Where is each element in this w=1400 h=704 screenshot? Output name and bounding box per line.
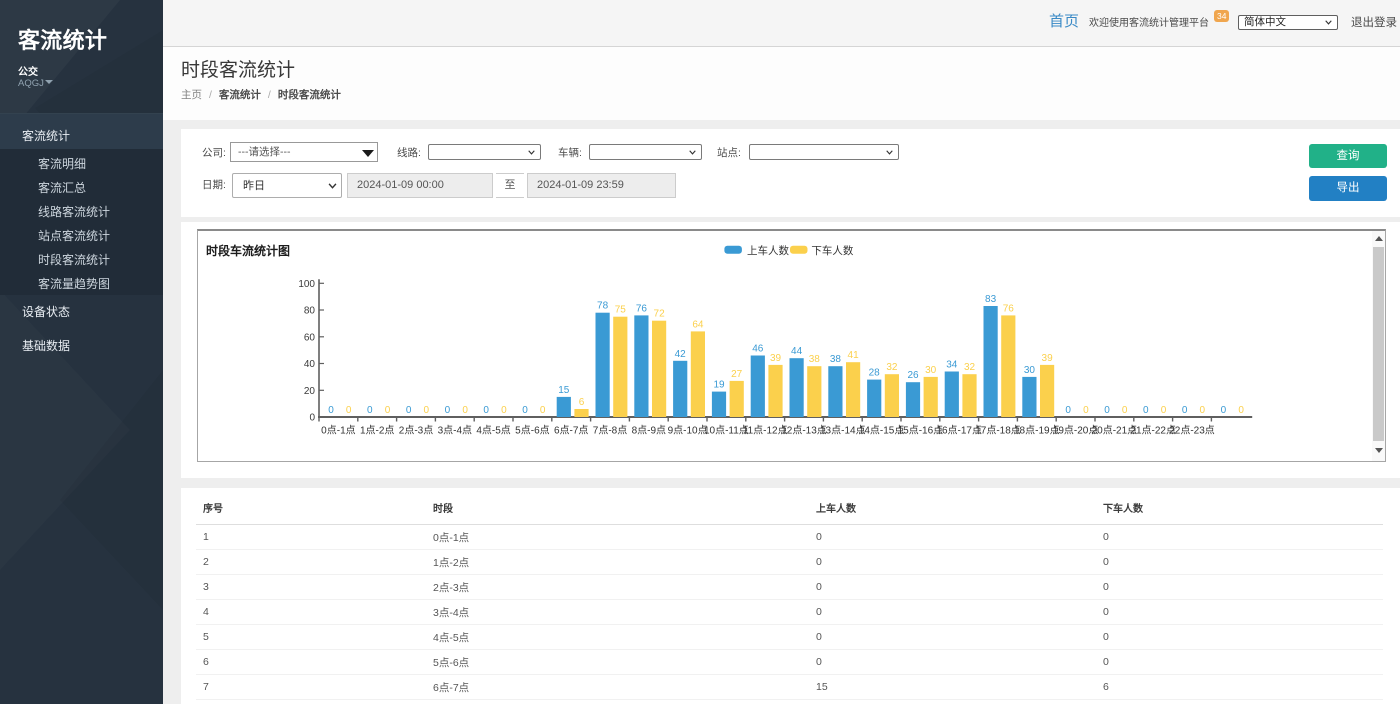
svg-text:0: 0 (1083, 405, 1089, 416)
svg-text:76: 76 (1003, 303, 1015, 314)
svg-text:7点-8点: 7点-8点 (593, 425, 627, 437)
svg-text:26: 26 (907, 370, 919, 381)
svg-text:0: 0 (1104, 405, 1110, 416)
svg-text:0: 0 (1200, 405, 1206, 416)
svg-text:27: 27 (731, 369, 743, 380)
svg-text:83: 83 (985, 294, 997, 305)
svg-text:64: 64 (692, 319, 704, 330)
svg-text:72: 72 (654, 309, 666, 320)
svg-text:0: 0 (445, 405, 451, 416)
svg-text:0: 0 (1182, 405, 1188, 416)
svg-text:15: 15 (558, 385, 570, 396)
svg-text:38: 38 (830, 354, 842, 365)
svg-text:19: 19 (713, 380, 725, 391)
svg-text:46: 46 (752, 344, 764, 355)
svg-text:100: 100 (298, 279, 315, 290)
svg-text:76: 76 (636, 303, 648, 314)
svg-text:28: 28 (869, 368, 881, 379)
svg-text:4点-5点: 4点-5点 (476, 425, 510, 437)
svg-text:0: 0 (1065, 405, 1071, 416)
svg-text:22点-23点: 22点-23点 (1169, 425, 1215, 437)
svg-text:38: 38 (809, 354, 821, 365)
svg-text:0: 0 (346, 405, 352, 416)
svg-text:0: 0 (1238, 405, 1244, 416)
svg-text:0点-1点: 0点-1点 (321, 425, 355, 437)
svg-text:40: 40 (304, 359, 316, 370)
svg-text:0: 0 (1221, 405, 1227, 416)
svg-text:时段车流统计图: 时段车流统计图 (206, 243, 290, 258)
svg-text:32: 32 (886, 362, 898, 373)
svg-text:0: 0 (328, 405, 334, 416)
svg-text:20: 20 (304, 386, 316, 397)
svg-text:6点-7点: 6点-7点 (554, 425, 588, 437)
svg-text:78: 78 (597, 301, 609, 312)
svg-text:0: 0 (1122, 405, 1128, 416)
svg-text:0: 0 (522, 405, 528, 416)
svg-text:5点-6点: 5点-6点 (515, 425, 549, 437)
svg-text:下车人数: 下车人数 (811, 244, 853, 257)
svg-text:39: 39 (1042, 353, 1054, 364)
svg-text:0: 0 (1161, 405, 1167, 416)
svg-text:3点-4点: 3点-4点 (438, 425, 472, 437)
svg-text:1点-2点: 1点-2点 (360, 425, 394, 437)
svg-text:0: 0 (1143, 405, 1149, 416)
svg-text:0: 0 (309, 413, 315, 424)
svg-text:30: 30 (1024, 365, 1036, 376)
svg-text:0: 0 (483, 405, 489, 416)
svg-text:42: 42 (675, 349, 687, 360)
svg-text:6: 6 (579, 397, 585, 408)
svg-text:44: 44 (791, 346, 803, 357)
svg-text:9点-10点: 9点-10点 (668, 425, 708, 437)
svg-text:41: 41 (848, 350, 860, 361)
svg-text:60: 60 (304, 332, 316, 343)
svg-text:0: 0 (501, 405, 507, 416)
svg-text:0: 0 (406, 405, 412, 416)
svg-text:75: 75 (615, 305, 627, 316)
svg-text:32: 32 (964, 362, 976, 373)
svg-text:34: 34 (946, 360, 958, 371)
svg-text:0: 0 (540, 405, 546, 416)
svg-text:8点-9点: 8点-9点 (632, 425, 666, 437)
svg-text:0: 0 (424, 405, 430, 416)
svg-text:80: 80 (304, 306, 316, 317)
svg-text:上车人数: 上车人数 (747, 244, 789, 257)
svg-text:0: 0 (367, 405, 373, 416)
svg-text:30: 30 (925, 365, 937, 376)
svg-text:0: 0 (385, 405, 391, 416)
svg-text:39: 39 (770, 353, 782, 364)
svg-text:0: 0 (462, 405, 468, 416)
svg-text:2点-3点: 2点-3点 (399, 425, 433, 437)
